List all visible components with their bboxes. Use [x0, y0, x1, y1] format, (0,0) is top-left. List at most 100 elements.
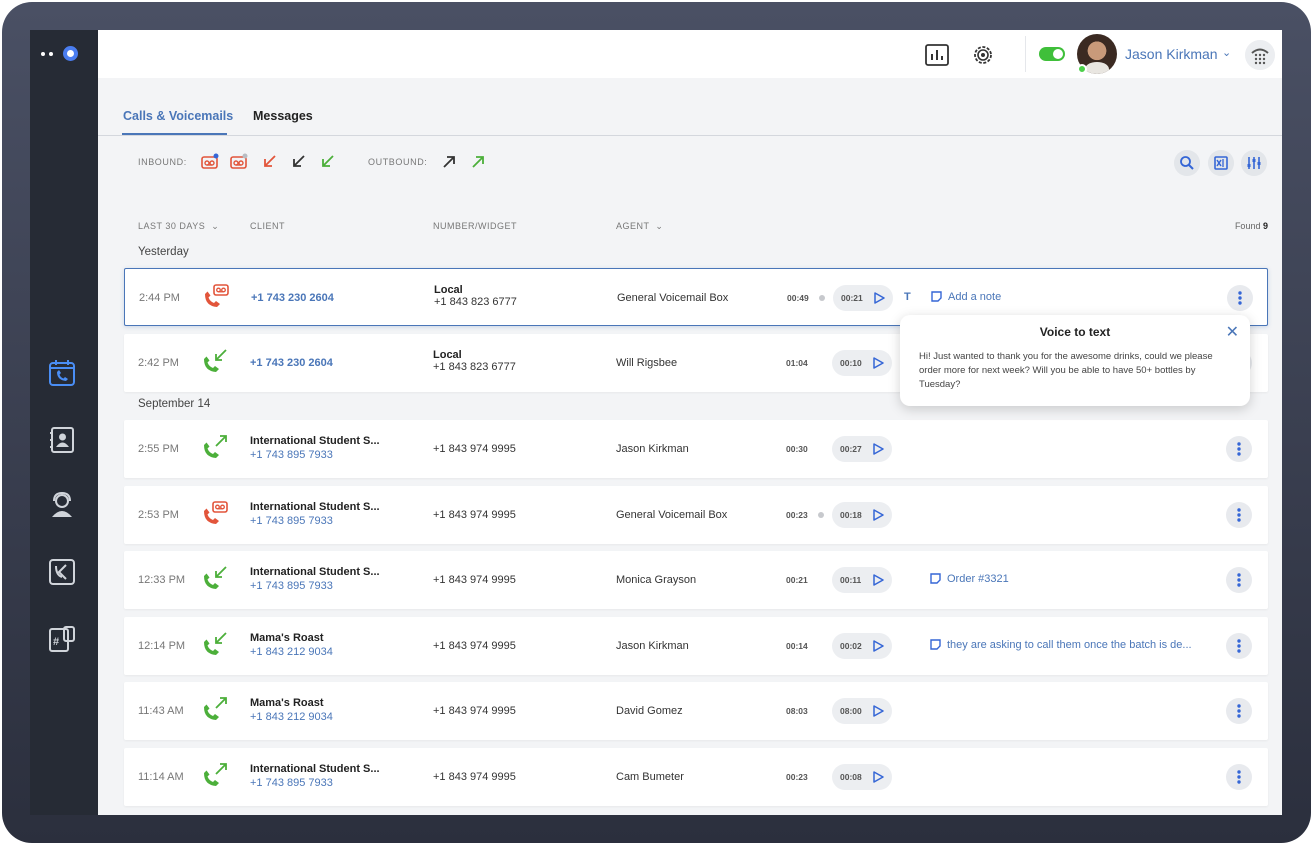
client-phone[interactable]: +1 743 895 7933 [250, 580, 420, 592]
client-name[interactable]: International Student S... [250, 566, 420, 578]
export-excel-icon[interactable] [1208, 150, 1234, 176]
user-name[interactable]: Jason Kirkman [1125, 46, 1218, 62]
client-phone[interactable]: +1 743 230 2604 [251, 292, 421, 304]
topbar-divider [1025, 36, 1026, 72]
client-name[interactable]: International Student S... [250, 501, 420, 513]
call-row[interactable]: 12:33 PM International Student S... +1 743… [124, 551, 1268, 609]
filter-inbound-arrow-icon[interactable] [290, 153, 308, 171]
reports-chart-icon[interactable] [924, 42, 950, 68]
sms-numbers-nav-icon[interactable]: # [47, 624, 77, 654]
note-link[interactable]: Order #3321 [930, 573, 1009, 585]
call-time: 2:44 PM [139, 292, 180, 304]
play-recording-button[interactable]: 00:27 [832, 436, 892, 462]
client-phone[interactable]: +1 843 212 9034 [250, 711, 420, 723]
agent-name: Will Rigsbee [616, 357, 678, 369]
agent-name: General Voicemail Box [617, 292, 729, 304]
top-bar: Jason Kirkman ⌄ [98, 30, 1282, 78]
call-row[interactable]: 2:55 PM International Student S... +1 743 … [124, 420, 1268, 478]
call-time: 2:55 PM [138, 443, 179, 455]
transcript-icon[interactable]: T [904, 291, 911, 303]
call-row[interactable]: 11:14 AM International Student S... +1 743… [124, 748, 1268, 806]
playback-time: 00:10 [840, 358, 862, 368]
client-name[interactable]: Mama's Roast [250, 632, 420, 644]
play-recording-button[interactable]: 00:18 [832, 502, 892, 528]
number-widget-phone: +1 843 974 9995 [433, 509, 516, 521]
playback-time: 00:21 [841, 293, 863, 303]
client-cell: International Student S... +1 743 895 793… [250, 566, 420, 592]
client-phone[interactable]: +1 743 895 7933 [250, 515, 420, 527]
play-recording-button[interactable]: 00:02 [832, 633, 892, 659]
note-link[interactable]: they are asking to call them once the ba… [930, 639, 1192, 651]
online-status-indicator [1077, 64, 1087, 74]
play-recording-button[interactable]: 08:00 [832, 698, 892, 724]
filter-sliders-icon[interactable] [1241, 150, 1267, 176]
settings-gear-icon[interactable] [970, 42, 996, 68]
play-recording-button[interactable]: 00:11 [832, 567, 892, 593]
contacts-nav-icon[interactable] [47, 425, 77, 455]
agent-name: Monica Grayson [616, 574, 697, 586]
number-widget-phone: +1 843 974 9995 [433, 443, 516, 455]
more-options-icon[interactable] [1226, 567, 1252, 593]
date-range-filter[interactable]: LAST 30 DAYS ⌄ [138, 221, 219, 232]
call-row[interactable]: 12:14 PM Mama's Roast +1 843 212 9034 +1 84… [124, 617, 1268, 675]
close-icon[interactable]: ✕ [1226, 322, 1239, 342]
column-header-client: CLIENT [250, 221, 286, 231]
client-name[interactable]: International Student S... [250, 763, 420, 775]
call-inbound-icon [200, 347, 230, 377]
play-recording-button[interactable]: 00:21 [833, 285, 893, 311]
call-row[interactable]: 11:43 AM Mama's Roast +1 843 212 9034 +1 84… [124, 682, 1268, 740]
active-tab-underline [122, 133, 227, 135]
note-link[interactable]: Add a note [931, 291, 1001, 303]
more-options-icon[interactable] [1226, 502, 1252, 528]
availability-toggle[interactable] [1039, 47, 1065, 61]
dialpad-icon[interactable] [1245, 40, 1275, 70]
agent-headset-nav-icon[interactable] [47, 490, 77, 520]
more-options-icon[interactable] [1226, 698, 1252, 724]
call-voicemail-icon [201, 282, 231, 312]
more-options-icon[interactable] [1226, 436, 1252, 462]
call-voicemail-icon [200, 499, 230, 529]
filter-missed-inbound-arrow-icon[interactable] [261, 153, 279, 171]
filter-voicemail-icon[interactable] [230, 153, 248, 171]
user-menu-chevron-icon[interactable]: ⌄ [1222, 46, 1231, 59]
call-duration: 00:21 [786, 575, 808, 585]
number-widget-phone: +1 843 974 9995 [433, 640, 516, 652]
play-recording-button[interactable]: 00:08 [832, 764, 892, 790]
play-recording-button[interactable]: 00:10 [832, 350, 892, 376]
popup-title: Voice to text [1039, 325, 1111, 339]
search-icon[interactable] [1174, 150, 1200, 176]
agent-name: David Gomez [616, 705, 683, 717]
tab-calls-voicemails[interactable]: Calls & Voicemails [123, 109, 233, 123]
call-row[interactable]: 2:53 PM International Student S... +1 743 … [124, 486, 1268, 544]
filter-answered-outbound-arrow-icon[interactable] [469, 153, 487, 171]
client-phone[interactable]: +1 743 895 7933 [250, 777, 420, 789]
client-cell: Mama's Roast +1 843 212 9034 [250, 697, 420, 723]
filter-answered-inbound-arrow-icon[interactable] [319, 153, 337, 171]
tab-messages[interactable]: Messages [253, 109, 313, 123]
note-icon [930, 573, 947, 585]
number-widget-phone: +1 843 974 9995 [433, 771, 516, 783]
agent-name: General Voicemail Box [616, 509, 728, 521]
filter-voicemail-new-icon[interactable] [201, 153, 219, 171]
filter-outbound-arrow-icon[interactable] [440, 153, 458, 171]
client-phone[interactable]: +1 743 895 7933 [250, 449, 420, 461]
call-time: 2:42 PM [138, 357, 179, 369]
call-time: 2:53 PM [138, 509, 179, 521]
client-name[interactable]: Mama's Roast [250, 697, 420, 709]
note-text: Order #3321 [947, 573, 1009, 585]
outbound-filter-label: OUTBOUND: [368, 157, 428, 167]
more-options-icon[interactable] [1226, 764, 1252, 790]
calls-nav-icon[interactable] [47, 358, 77, 388]
results-count: Found 9 [1234, 221, 1268, 231]
agent-filter[interactable]: AGENT ⌄ [616, 221, 663, 232]
call-routing-nav-icon[interactable] [47, 557, 77, 587]
call-duration: 00:14 [786, 641, 808, 651]
client-phone[interactable]: +1 843 212 9034 [250, 646, 420, 658]
client-name[interactable]: International Student S... [250, 435, 420, 447]
playback-time: 00:18 [840, 510, 862, 520]
client-phone[interactable]: +1 743 230 2604 [250, 357, 420, 369]
number-widget-cell: +1 843 974 9995 [433, 705, 516, 717]
more-options-icon[interactable] [1227, 285, 1253, 311]
note-icon [931, 291, 948, 303]
more-options-icon[interactable] [1226, 633, 1252, 659]
